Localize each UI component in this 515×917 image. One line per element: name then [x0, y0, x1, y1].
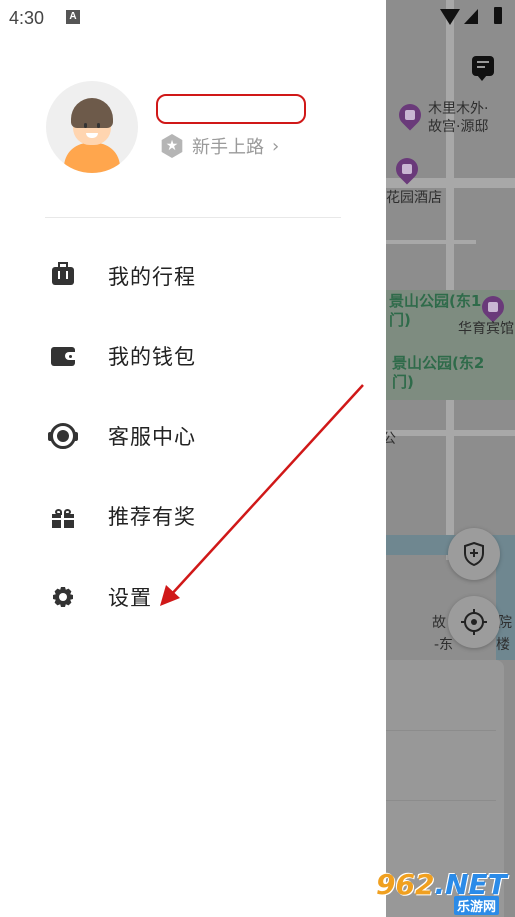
watermark-logo: 962.NET 乐游网 — [376, 868, 507, 915]
annotation-arrow — [160, 384, 364, 606]
